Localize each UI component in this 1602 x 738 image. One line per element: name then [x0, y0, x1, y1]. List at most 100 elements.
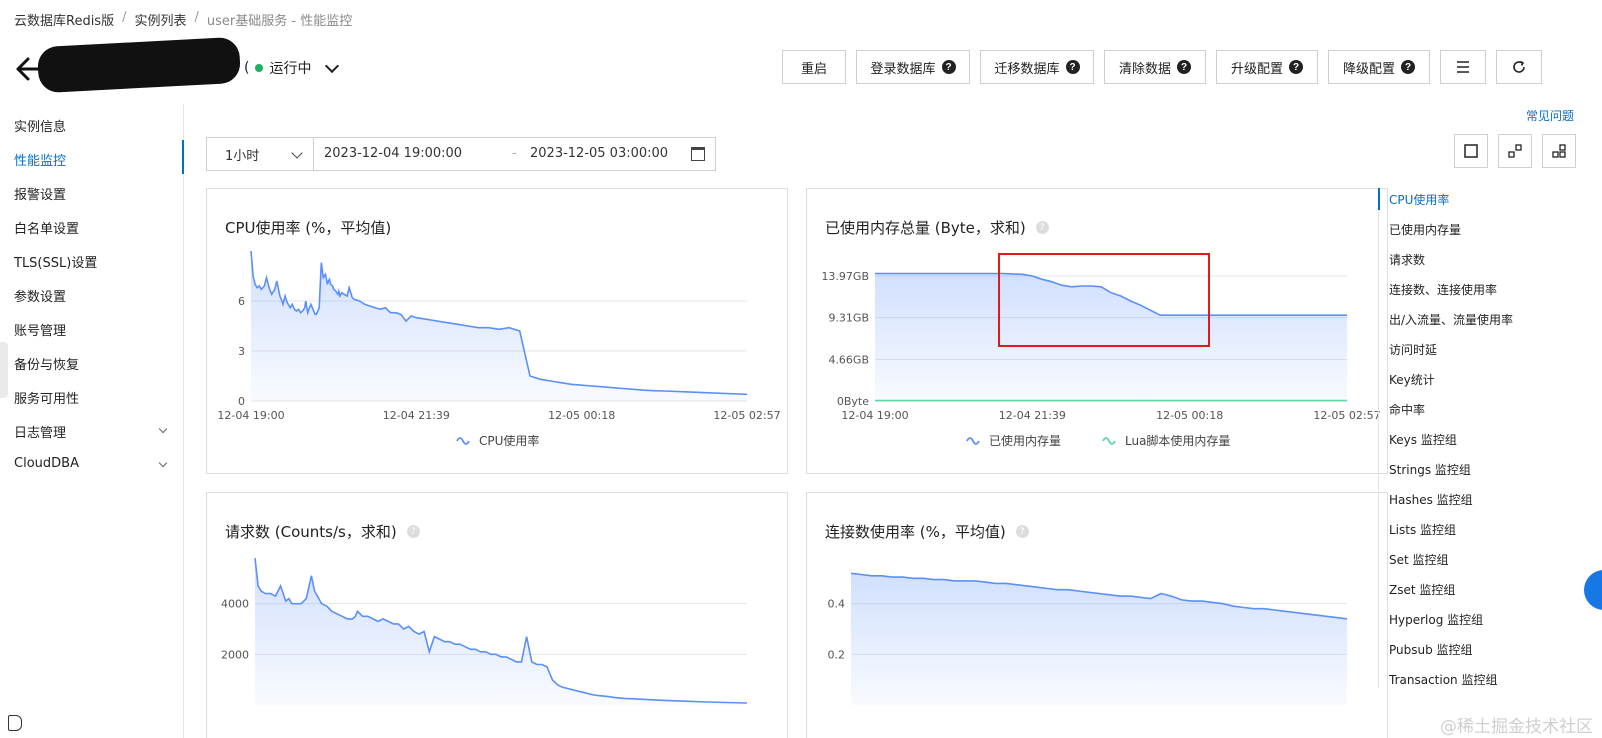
- help-icon: ?: [1289, 60, 1303, 74]
- refresh-icon: [1513, 60, 1525, 73]
- clear-data-button[interactable]: 清除数据 ?: [1104, 50, 1206, 84]
- sidebar-item-whitelist[interactable]: 白名单设置: [14, 218, 174, 238]
- series-area: [255, 558, 747, 705]
- anchor-item[interactable]: Hyperlog 监控组: [1389, 611, 1483, 628]
- sidebar-item-accounts[interactable]: 账号管理: [14, 320, 174, 340]
- sidebar-item-backup[interactable]: 备份与恢复: [14, 354, 174, 374]
- redacted-instance-name: [36, 36, 242, 94]
- sidebar-item-label: 性能监控: [14, 154, 67, 169]
- upgrade-config-button[interactable]: 升级配置 ?: [1216, 50, 1318, 84]
- downgrade-config-button[interactable]: 降级配置 ?: [1328, 50, 1430, 84]
- y-tick-label: 6: [238, 295, 245, 308]
- anchor-item[interactable]: 命中率: [1389, 401, 1425, 418]
- anchor-item[interactable]: 已使用内存量: [1389, 221, 1461, 238]
- breadcrumb-item-current: user基础服务 - 性能监控: [206, 14, 353, 29]
- anchor-item[interactable]: Pubsub 监控组: [1389, 641, 1473, 658]
- x-tick-label: 12-04 19:00: [217, 409, 284, 422]
- anchor-item[interactable]: Key统计: [1389, 371, 1435, 388]
- y-tick-label: 9.31GB: [828, 312, 869, 325]
- y-tick-label: 13.97GB: [821, 270, 869, 283]
- anchor-item[interactable]: Transaction 监控组: [1389, 671, 1497, 688]
- chart-card-cpu: CPU使用率 (%，平均值) 0 3 6 12-04 19:00 12-04 21:39…: [206, 188, 788, 474]
- calendar-icon[interactable]: [691, 147, 705, 161]
- help-icon: ?: [1065, 60, 1080, 74]
- y-tick-label: 4000: [221, 598, 249, 611]
- end-time: 2023-12-05 03:00:00: [530, 146, 669, 161]
- floating-assistant-button[interactable]: [1584, 570, 1602, 610]
- migrate-db-button[interactable]: 迁移数据库 ?: [980, 50, 1094, 84]
- anchor-item[interactable]: 连接数、连接使用率: [1389, 281, 1497, 298]
- x-tick-label: 12-04 21:39: [383, 409, 450, 422]
- sidebar-active-indicator: [182, 140, 184, 174]
- restart-button-label: 重启: [800, 60, 827, 76]
- sidebar-item-clouddba[interactable]: CloudDBA: [14, 456, 174, 476]
- anchor-item[interactable]: CPU使用率: [1389, 191, 1449, 208]
- sidebar-item-label: 日志管理: [14, 426, 67, 441]
- layout-double-button[interactable]: [1498, 134, 1532, 168]
- chart-connections: 0.2 0.4: [828, 572, 1348, 705]
- x-tick-label: 12-05 00:18: [548, 409, 615, 422]
- sidebar-item-instance-info[interactable]: 实例信息: [14, 116, 174, 136]
- chevron-down-icon: [158, 458, 168, 468]
- anchor-item[interactable]: Lists 监控组: [1389, 521, 1456, 538]
- sidebar-item-label: 白名单设置: [14, 222, 80, 237]
- anchor-item[interactable]: 出/入流量、流量使用率: [1389, 311, 1513, 328]
- breadcrumb-item-instances[interactable]: 实例列表: [134, 10, 186, 29]
- status-paren: (: [244, 60, 250, 76]
- x-tick-label: 12-05 00:18: [1156, 409, 1223, 422]
- legend-marker[interactable]: [1102, 437, 1116, 445]
- anchor-item[interactable]: Zset 监控组: [1389, 581, 1455, 598]
- sidebar-item-tls[interactable]: TLS(SSL)设置: [14, 252, 174, 272]
- legend-label[interactable]: 已使用内存量: [989, 433, 1061, 448]
- help-icon: ?: [1401, 60, 1415, 74]
- y-tick-label: 2000: [221, 648, 249, 661]
- interval-select[interactable]: 1小时: [206, 137, 314, 171]
- instance-status[interactable]: ( 运行中: [244, 58, 340, 78]
- breadcrumb-item-redis[interactable]: 云数据库Redis版: [14, 10, 114, 29]
- sidebar-collapse-handle[interactable]: [0, 342, 8, 398]
- sidebar-item-availability[interactable]: 服务可用性: [14, 388, 174, 408]
- legend-label[interactable]: CPU使用率: [479, 433, 539, 448]
- feedback-icon[interactable]: [8, 715, 22, 731]
- legend-marker[interactable]: [966, 437, 980, 445]
- x-tick-label: 12-04 21:39: [999, 409, 1066, 422]
- status-label: 运行中: [269, 61, 312, 77]
- y-tick-label: 0Byte: [837, 395, 869, 408]
- x-tick-label: 12-05 02:57: [713, 409, 780, 422]
- migrate-db-button-label: 迁移数据库: [994, 60, 1060, 76]
- sidebar-item-alerts[interactable]: 报警设置: [14, 184, 174, 204]
- breadcrumb-separator: /: [194, 10, 199, 25]
- more-menu-button[interactable]: [1440, 50, 1486, 84]
- range-separator: -: [512, 146, 517, 161]
- faq-link[interactable]: 常见问题: [1526, 107, 1574, 124]
- anchor-item[interactable]: 访问时延: [1389, 341, 1437, 358]
- anchor-item[interactable]: 请求数: [1389, 251, 1425, 268]
- layout-single-button[interactable]: [1454, 134, 1488, 168]
- y-tick-label: 4.66GB: [828, 353, 869, 366]
- login-db-button-label: 登录数据库: [870, 60, 936, 76]
- anchor-item[interactable]: Set 监控组: [1389, 551, 1449, 568]
- legend-marker[interactable]: [456, 437, 470, 445]
- chevron-down-icon: [158, 424, 168, 434]
- x-tick-label: 12-04 19:00: [841, 409, 908, 422]
- anchor-item[interactable]: Keys 监控组: [1389, 431, 1457, 448]
- refresh-button[interactable]: [1496, 50, 1542, 84]
- date-range-input[interactable]: 2023-12-04 19:00:00 - 2023-12-05 03:00:0…: [314, 137, 716, 171]
- sidebar: 实例信息 性能监控 报警设置 白名单设置 TLS(SSL)设置 参数设置 账号管…: [0, 104, 184, 738]
- restart-button[interactable]: 重启: [782, 50, 846, 84]
- sidebar-item-parameters[interactable]: 参数设置: [14, 286, 174, 306]
- login-db-button[interactable]: 登录数据库 ?: [856, 50, 970, 84]
- status-dot-icon: [255, 64, 264, 72]
- sidebar-item-label: TLS(SSL)设置: [14, 256, 98, 271]
- chevron-down-icon[interactable]: [325, 58, 340, 73]
- sidebar-item-logs[interactable]: 日志管理: [14, 422, 174, 442]
- anchor-active-indicator: [1378, 188, 1380, 210]
- sidebar-item-performance[interactable]: 性能监控: [14, 150, 174, 170]
- start-time: 2023-12-04 19:00:00: [324, 146, 463, 161]
- layout-grid-button[interactable]: [1542, 134, 1576, 168]
- legend-label[interactable]: Lua脚本使用内存量: [1125, 433, 1230, 448]
- chart-card-memory: 已使用内存总量 (Byte，求和)? 0Byte 4.66GB 9.31GB 13.9…: [806, 188, 1388, 474]
- sidebar-item-label: CloudDBA: [14, 456, 79, 471]
- anchor-item[interactable]: Strings 监控组: [1389, 461, 1471, 478]
- anchor-item[interactable]: Hashes 监控组: [1389, 491, 1473, 508]
